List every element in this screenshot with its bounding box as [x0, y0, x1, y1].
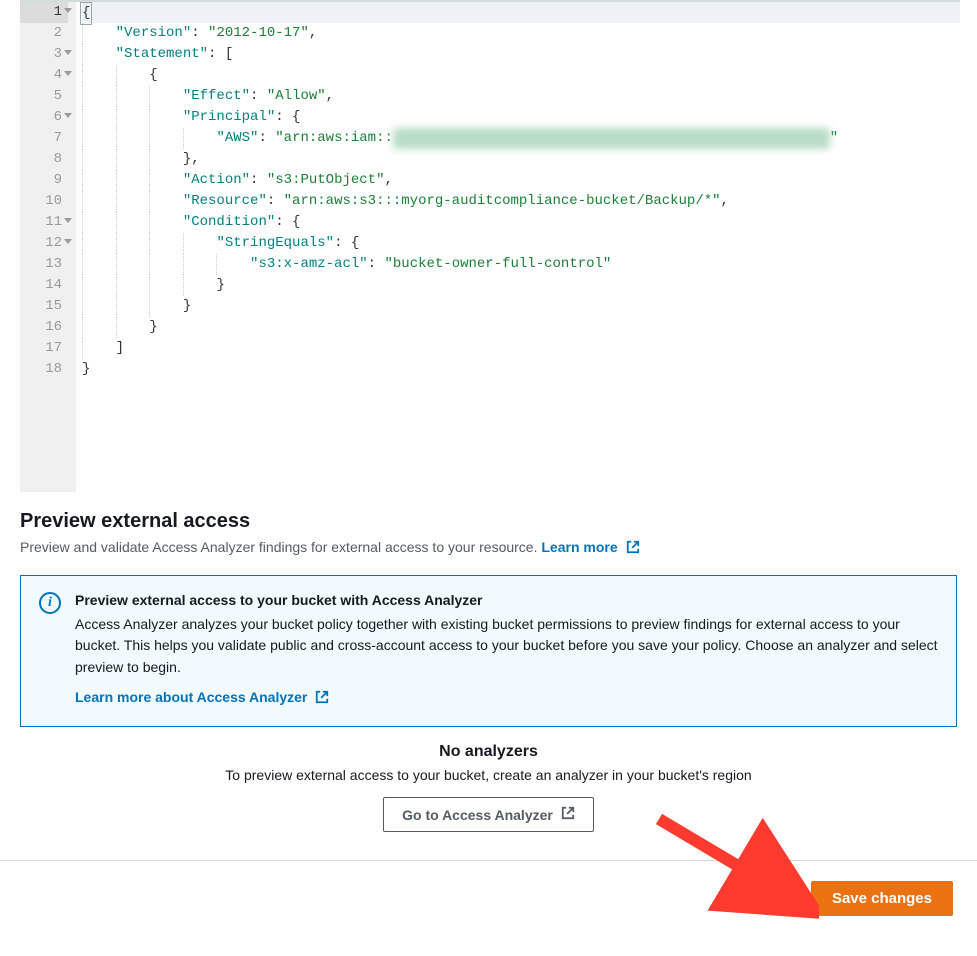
fold-icon[interactable] — [64, 8, 72, 13]
gutter-line: 11 — [20, 212, 68, 233]
gutter-line: 18 — [20, 359, 68, 380]
learn-more-access-analyzer-link[interactable]: Learn more about Access Analyzer — [75, 687, 329, 711]
preview-heading: Preview external access — [20, 510, 957, 533]
policy-editor[interactable]: 123456789101112131415161718 { "Version":… — [20, 0, 960, 492]
editor-code-area[interactable]: { "Version": "2012-10-17", "Statement": … — [76, 2, 960, 492]
gutter-line: 15 — [20, 296, 68, 317]
gutter-line: 9 — [20, 170, 68, 191]
no-analyzers-panel: No analyzers To preview external access … — [0, 727, 977, 852]
external-link-icon — [561, 806, 575, 823]
external-link-icon — [626, 540, 640, 557]
code-line[interactable]: "Statement": [ — [82, 44, 960, 65]
code-line[interactable]: "Action": "s3:PutObject", — [82, 170, 960, 191]
no-analyzers-title: No analyzers — [20, 743, 957, 761]
save-changes-button[interactable]: Save changes — [811, 881, 953, 916]
code-line[interactable]: "Condition": { — [82, 212, 960, 233]
fold-icon[interactable] — [64, 218, 72, 223]
gutter-line: 1 — [20, 2, 68, 23]
info-title: Preview external access to your bucket w… — [75, 590, 938, 612]
fold-icon[interactable] — [64, 239, 72, 244]
gutter-line: 6 — [20, 107, 68, 128]
code-line[interactable]: "Resource": "arn:aws:s3:::myorg-auditcom… — [82, 191, 960, 212]
code-line[interactable]: } — [82, 359, 960, 380]
preview-subtext: Preview and validate Access Analyzer fin… — [20, 539, 957, 557]
external-link-icon — [315, 689, 329, 711]
info-body: Access Analyzer analyzes your bucket pol… — [75, 616, 938, 675]
gutter-line: 5 — [20, 86, 68, 107]
code-line[interactable]: } — [82, 296, 960, 317]
code-line[interactable]: { — [82, 65, 960, 86]
code-line[interactable]: "AWS": "arn:aws:iam::XXXXXXXXXXXXXXXXXXX… — [82, 128, 960, 149]
footer-actions: Cancel Save changes — [0, 860, 977, 942]
no-analyzers-body: To preview external access to your bucke… — [20, 767, 957, 783]
learn-more-link[interactable]: Learn more — [541, 539, 639, 555]
fold-icon[interactable] — [64, 71, 72, 76]
code-line[interactable]: } — [82, 275, 960, 296]
gutter-line: 17 — [20, 338, 68, 359]
gutter-line: 16 — [20, 317, 68, 338]
preview-external-access-section: Preview external access Preview and vali… — [0, 492, 977, 557]
go-to-access-analyzer-button[interactable]: Go to Access Analyzer — [383, 797, 594, 832]
access-analyzer-info-box: i Preview external access to your bucket… — [20, 575, 957, 727]
code-line[interactable]: { — [82, 2, 960, 23]
gutter-line: 2 — [20, 23, 68, 44]
gutter-line: 7 — [20, 128, 68, 149]
gutter-line: 3 — [20, 44, 68, 65]
fold-icon[interactable] — [64, 50, 72, 55]
code-line[interactable]: "StringEquals": { — [82, 233, 960, 254]
editor-gutter: 123456789101112131415161718 — [20, 2, 76, 492]
info-icon: i — [39, 592, 61, 614]
fold-icon[interactable] — [64, 113, 72, 118]
code-line[interactable]: ] — [82, 338, 960, 359]
gutter-line: 12 — [20, 233, 68, 254]
gutter-line: 8 — [20, 149, 68, 170]
gutter-line: 4 — [20, 65, 68, 86]
code-line[interactable]: }, — [82, 149, 960, 170]
gutter-line: 13 — [20, 254, 68, 275]
code-line[interactable]: "Principal": { — [82, 107, 960, 128]
code-line[interactable]: "Effect": "Allow", — [82, 86, 960, 107]
gutter-line: 14 — [20, 275, 68, 296]
code-line[interactable]: "Version": "2012-10-17", — [82, 23, 960, 44]
cancel-button[interactable]: Cancel — [738, 890, 787, 907]
code-line[interactable]: "s3:x-amz-acl": "bucket-owner-full-contr… — [82, 254, 960, 275]
gutter-line: 10 — [20, 191, 68, 212]
code-line[interactable]: } — [82, 317, 960, 338]
